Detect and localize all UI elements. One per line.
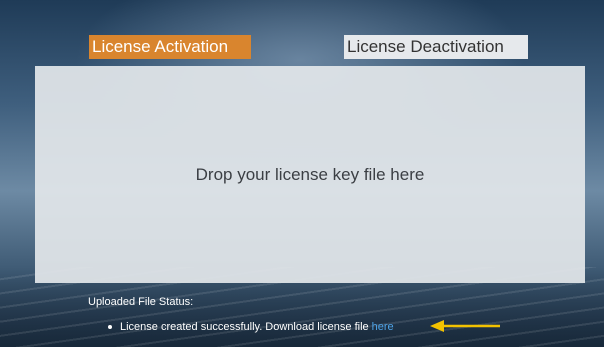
status-list-item: License created successfully. Download l…	[108, 321, 394, 333]
download-license-link[interactable]: here	[372, 321, 394, 333]
status-message: License created successfully. Download l…	[120, 321, 369, 333]
uploaded-file-status-label: Uploaded File Status:	[88, 296, 194, 308]
dropzone-label: Drop your license key file here	[195, 164, 425, 184]
tab-license-activation[interactable]: License Activation	[89, 35, 251, 59]
tab-license-deactivation[interactable]: License Deactivation	[344, 35, 528, 59]
bullet-icon	[108, 325, 112, 329]
license-page: License Activation License Deactivation …	[0, 0, 604, 347]
arrow-left-icon	[430, 320, 500, 332]
license-dropzone[interactable]: Drop your license key file here	[35, 66, 585, 283]
